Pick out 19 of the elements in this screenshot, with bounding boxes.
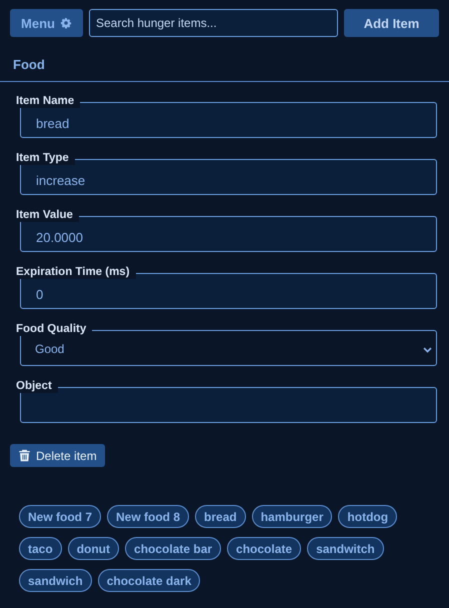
item-chip[interactable]: New food 8: [107, 505, 190, 528]
item-chip[interactable]: taco: [19, 537, 62, 560]
menu-button[interactable]: Menu: [10, 9, 83, 37]
item-chip[interactable]: donut: [68, 537, 120, 560]
item-chip[interactable]: hotdog: [338, 505, 398, 528]
item-chip[interactable]: bread: [195, 505, 246, 528]
item-chip[interactable]: hamburger: [252, 505, 332, 528]
section-title: Food: [12, 56, 46, 72]
search-field[interactable]: Search hunger items...: [89, 9, 338, 37]
item-chip[interactable]: New food 7: [19, 505, 102, 528]
item-chip[interactable]: sandwitch: [307, 537, 384, 560]
delete-button[interactable]: Delete item: [10, 444, 105, 467]
item-chip[interactable]: chocolate dark: [98, 569, 200, 592]
item-chip[interactable]: chocolate bar: [125, 537, 222, 560]
settings-icon: [60, 17, 72, 29]
trash-icon: [18, 449, 31, 462]
item-chip[interactable]: chocolate: [227, 537, 302, 560]
add-item-button[interactable]: Add Item: [344, 9, 439, 37]
item-chip[interactable]: sandwich: [19, 569, 92, 592]
